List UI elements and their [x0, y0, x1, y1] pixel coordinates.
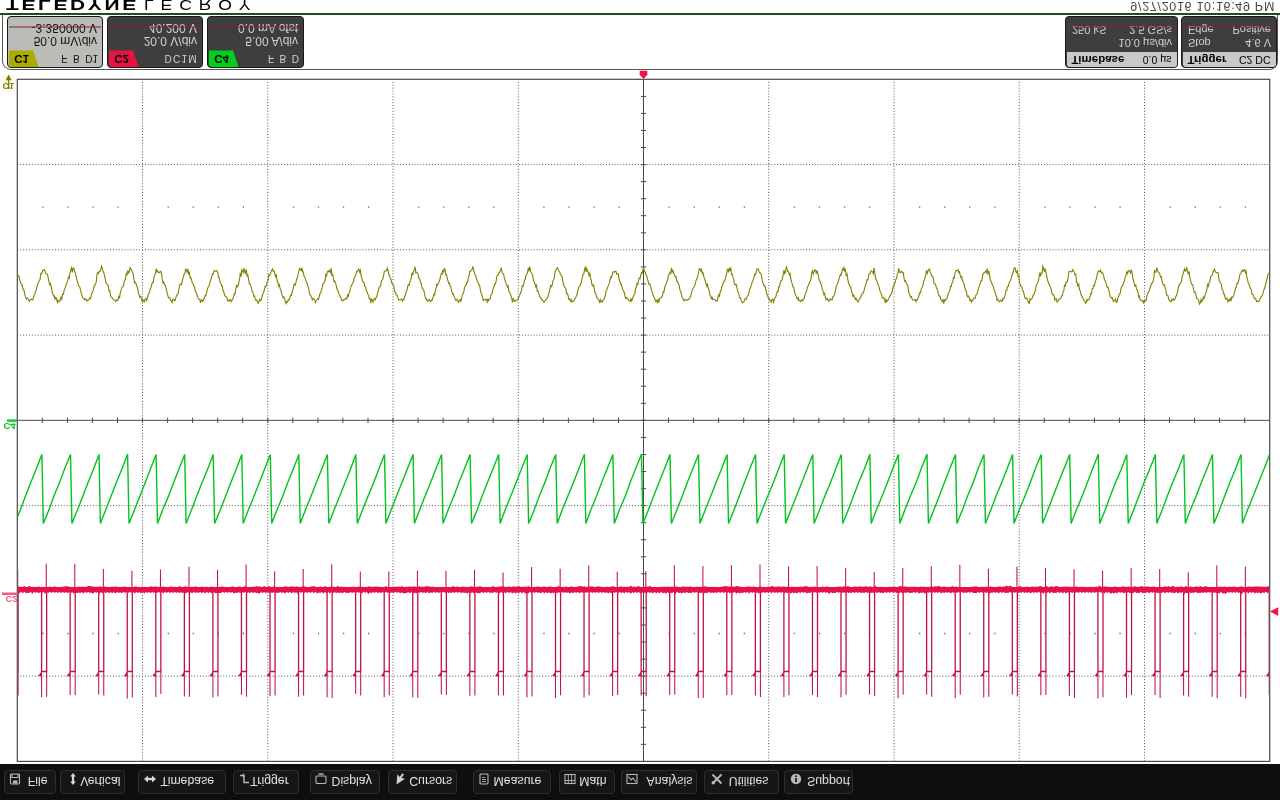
- svg-text:C2: C2: [6, 594, 18, 605]
- svg-text:C4: C4: [4, 421, 17, 432]
